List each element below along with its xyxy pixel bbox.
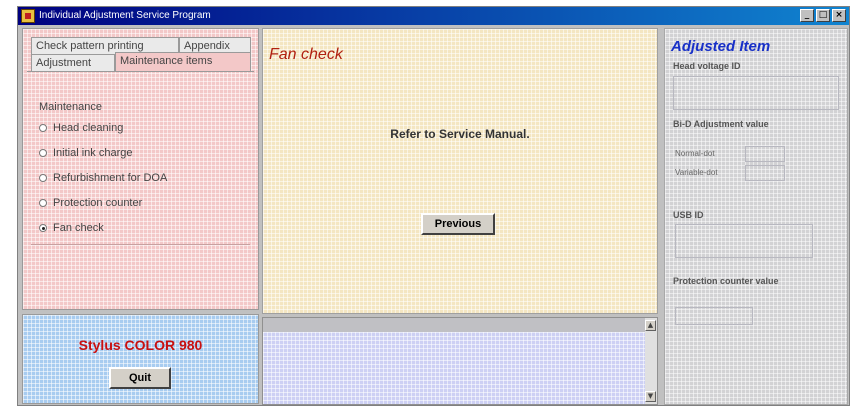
printer-model: Stylus COLOR 980 bbox=[78, 337, 203, 353]
radio-label: Fan check bbox=[53, 222, 104, 234]
window-controls: _ □ × bbox=[800, 9, 846, 22]
radio-protection-counter[interactable]: Protection counter bbox=[39, 195, 142, 211]
radio-button[interactable] bbox=[39, 174, 47, 182]
scroll-up-arrow-icon[interactable]: ▲ bbox=[645, 320, 656, 331]
radio-button[interactable] bbox=[39, 124, 47, 132]
app-icon bbox=[21, 9, 35, 23]
tab-divider bbox=[27, 71, 254, 72]
previous-button[interactable]: Previous bbox=[421, 213, 495, 235]
radio-label: Protection counter bbox=[53, 197, 143, 209]
radio-label: Initial ink charge bbox=[53, 147, 133, 159]
adjusted-item-panel: Adjusted Item Head voltage ID Bi-D Adjus… bbox=[664, 28, 848, 405]
protection-counter-label: Protection counter value bbox=[673, 276, 779, 286]
radio-refurbishment-for-doa[interactable]: Refurbishment for DOA bbox=[39, 170, 167, 186]
protection-counter-field bbox=[675, 307, 753, 325]
usb-id-field bbox=[675, 224, 813, 258]
quit-button[interactable]: Quit bbox=[109, 367, 171, 389]
radio-initial-ink-charge[interactable]: Initial ink charge bbox=[39, 145, 133, 161]
variable-dot-field bbox=[745, 165, 785, 181]
head-voltage-id-label: Head voltage ID bbox=[673, 61, 741, 71]
log-header bbox=[263, 318, 645, 332]
radio-label: Head cleaning bbox=[53, 122, 124, 134]
radio-button[interactable] bbox=[39, 199, 47, 207]
window-title: Individual Adjustment Service Program bbox=[39, 10, 211, 21]
main-title: Fan check bbox=[269, 46, 343, 63]
radio-fan-check[interactable]: Fan check bbox=[39, 220, 104, 236]
radio-button-selected[interactable] bbox=[39, 224, 47, 232]
usb-id-label: USB ID bbox=[673, 210, 704, 220]
minimize-button[interactable]: _ bbox=[800, 9, 814, 22]
log-scrollbar[interactable]: ▲ ▼ bbox=[645, 318, 657, 404]
scroll-down-arrow-icon[interactable]: ▼ bbox=[645, 391, 656, 402]
close-button[interactable]: × bbox=[832, 9, 846, 22]
normal-dot-label: Normal-dot bbox=[675, 149, 715, 158]
group-divider bbox=[31, 244, 250, 245]
radio-head-cleaning[interactable]: Head cleaning bbox=[39, 120, 123, 136]
service-manual-message: Refer to Service Manual. bbox=[390, 127, 530, 141]
maintenance-group-label: Maintenance bbox=[39, 101, 102, 113]
maintenance-panel: Check pattern printing Appendix Adjustme… bbox=[22, 28, 259, 310]
log-content bbox=[263, 332, 645, 404]
app-window: Individual Adjustment Service Program _ … bbox=[17, 6, 850, 406]
log-area[interactable]: ▲ ▼ bbox=[262, 317, 658, 405]
radio-button[interactable] bbox=[39, 149, 47, 157]
fan-check-panel: Fan check Refer to Service Manual. Previ… bbox=[262, 28, 658, 314]
bi-d-adjustment-label: Bi-D Adjustment value bbox=[673, 119, 769, 129]
tab-adjustment[interactable]: Adjustment bbox=[31, 54, 115, 71]
title-bar[interactable]: Individual Adjustment Service Program _ … bbox=[18, 7, 849, 25]
radio-label: Refurbishment for DOA bbox=[53, 172, 168, 184]
variable-dot-label: Variable-dot bbox=[675, 168, 718, 177]
maximize-button[interactable]: □ bbox=[816, 9, 830, 22]
head-voltage-id-field bbox=[673, 76, 839, 110]
printer-panel: Stylus COLOR 980 Quit bbox=[22, 314, 259, 404]
normal-dot-field bbox=[745, 146, 785, 162]
adjusted-item-heading: Adjusted Item bbox=[671, 38, 771, 55]
tab-maintenance-items[interactable]: Maintenance items bbox=[115, 52, 251, 71]
